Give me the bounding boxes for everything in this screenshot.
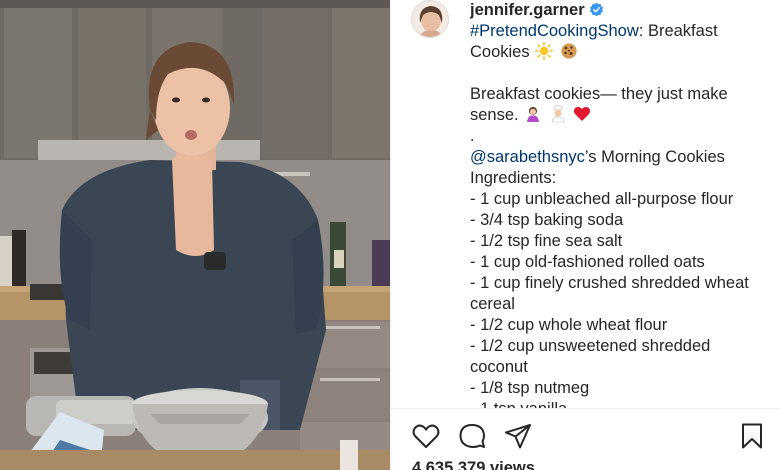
woman-shrugging-emoji-icon (527, 107, 540, 122)
kitchen-scene-image (0, 0, 390, 470)
ingredient-item: - 1/2 tsp fine sea salt (470, 232, 623, 250)
sun-emoji-icon (535, 42, 554, 60)
hashtag-link[interactable]: #PretendCookingShow (470, 22, 639, 40)
caption-intro-2: sense. (470, 106, 519, 124)
ingredients-header: Ingredients: (470, 169, 557, 187)
comment-icon (459, 424, 485, 449)
like-button[interactable] (411, 421, 441, 451)
red-heart-emoji-icon (574, 106, 591, 121)
save-button[interactable] (737, 421, 767, 451)
ingredient-item: - 1/8 tsp nutmeg (470, 379, 590, 397)
paper-plane-icon (505, 424, 531, 449)
ingredient-item: - 1/2 cup unsweetened shredded (470, 337, 711, 355)
avatar-portrait-icon (412, 1, 448, 37)
comment-button[interactable] (457, 421, 487, 451)
caption-title: : Breakfast (638, 22, 718, 40)
ingredient-item: - 1/2 cup whole wheat flour (470, 316, 668, 334)
ingredient-item-cont: coconut (470, 358, 528, 376)
share-button[interactable] (503, 421, 533, 451)
bookmark-icon (742, 423, 762, 449)
ingredient-item: - 1 cup old-fashioned rolled oats (470, 253, 705, 271)
ingredient-item: - 1 tsp vanilla (470, 399, 770, 408)
post-actions-bar (391, 409, 780, 453)
ingredient-item: - 3/4 tsp baking soda (470, 211, 624, 229)
caption-title-line2: Cookies (470, 43, 530, 61)
caption-dot: . (470, 127, 475, 145)
post-media-video[interactable] (0, 0, 390, 470)
ingredient-item-cont: cereal (470, 295, 515, 313)
ingredient-item: - 1 cup finely crushed shredded wheat (470, 274, 749, 292)
ingredient-item: - 1 cup unbleached all-purpose flour (470, 190, 734, 208)
post-panel: jennifer.garner #PretendCookingShow: Bre… (390, 0, 780, 470)
verified-badge-icon (589, 2, 603, 17)
mention-link[interactable]: @sarabethsnyc (470, 148, 585, 166)
view-count: 4,635,379 views (412, 459, 535, 470)
caption-recipe-title: ’s Morning Cookies (584, 148, 725, 166)
post-username[interactable]: jennifer.garner (470, 1, 585, 19)
woman-cook-emoji-icon (551, 105, 565, 123)
heart-icon (412, 424, 440, 448)
cookie-emoji-icon (561, 43, 577, 59)
avatar[interactable] (411, 0, 449, 38)
caption-intro-1: Breakfast cookies— they just make (470, 85, 728, 103)
post-caption: jennifer.garner #PretendCookingShow: Bre… (470, 0, 770, 408)
